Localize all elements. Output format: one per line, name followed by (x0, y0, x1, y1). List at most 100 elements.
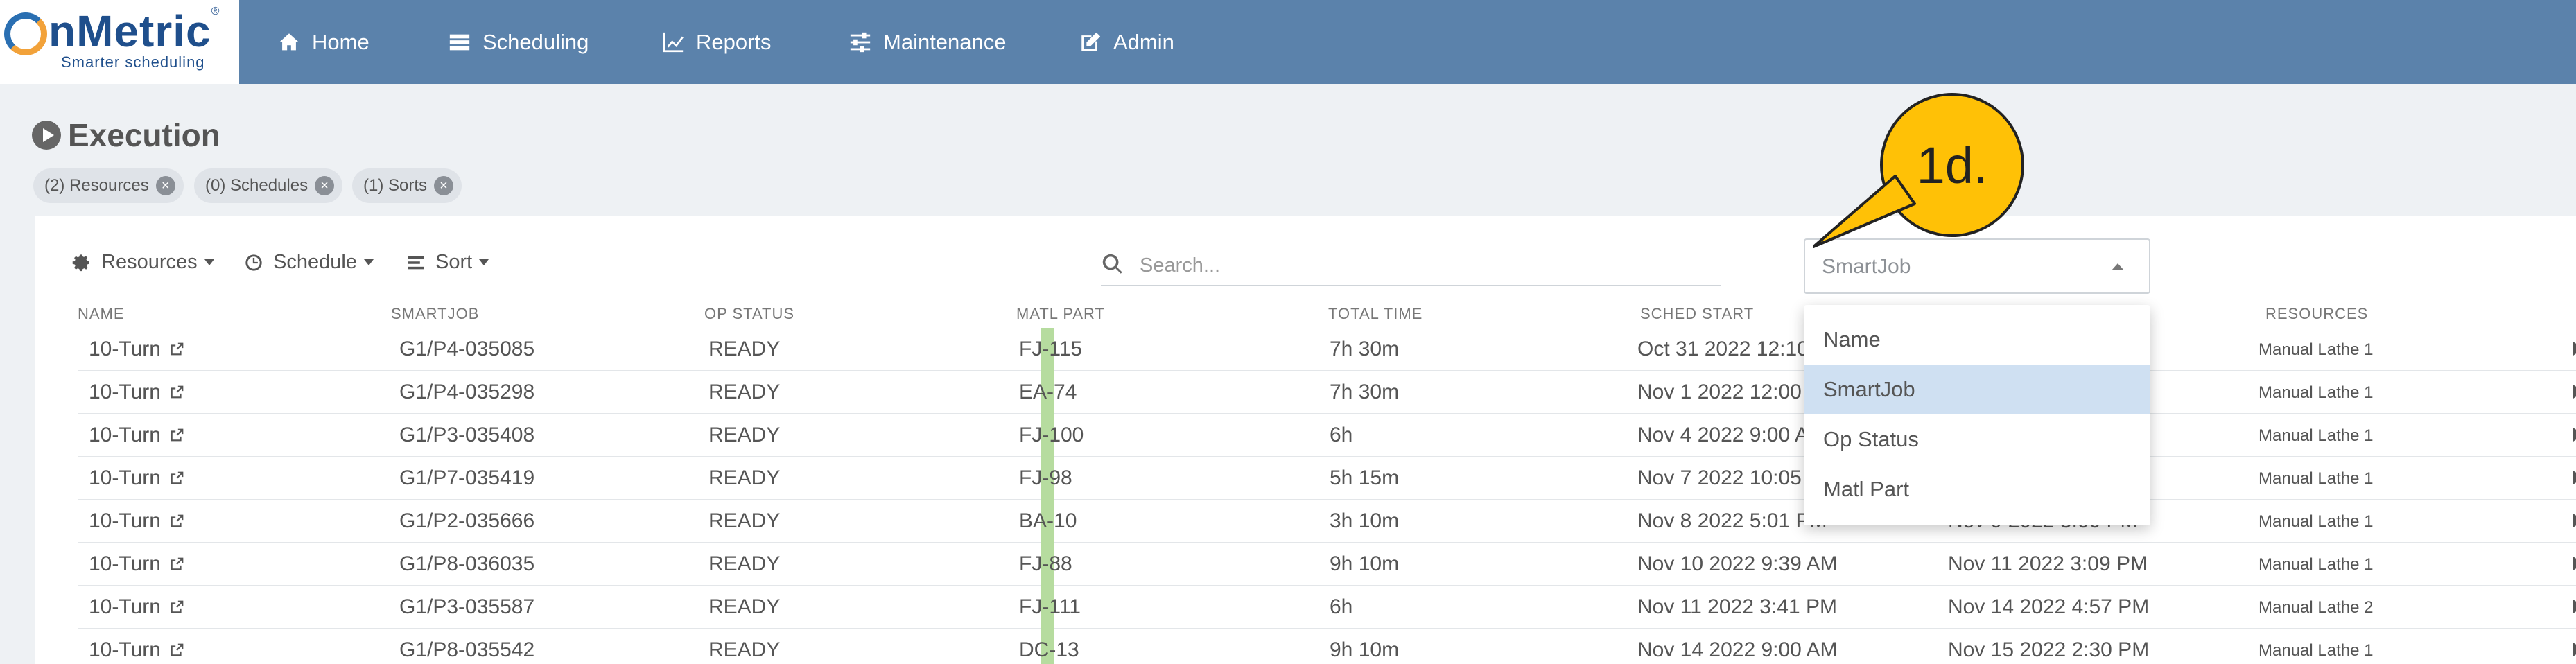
nav-scheduling[interactable]: Scheduling (448, 26, 589, 58)
column-header-total-time[interactable]: TOTAL TIME (1328, 305, 1422, 323)
matl-part-cell: DC-13 (1019, 638, 1079, 661)
menu-option-name[interactable]: Name (1804, 315, 2150, 365)
expand-arrow-icon[interactable] (2573, 342, 2576, 356)
name-text: 10-Turn (89, 552, 161, 575)
nmetric-logo[interactable]: nMetric® Smarter scheduling (0, 0, 239, 84)
menu-option-smartjob[interactable]: SmartJob (1804, 365, 2150, 414)
sliders-icon (850, 32, 871, 53)
play-circle-icon (32, 121, 61, 150)
nav-reports[interactable]: Reports (661, 26, 772, 58)
name-text: 10-Turn (89, 466, 161, 489)
sched-start-cell: Nov 8 2022 5:01 PM (1637, 509, 1827, 532)
total-time-cell: 9h 10m (1330, 552, 1400, 575)
top-navbar: nMetric® Smarter scheduling Home Schedul… (0, 0, 2576, 84)
line-chart-icon (663, 32, 684, 53)
table-row[interactable]: 10-Turn G1/P4-035298 READY EA-74 7h 30m … (78, 371, 2576, 414)
column-header-sched-start[interactable]: SCHED START (1640, 305, 1754, 323)
table-row[interactable]: 10-Turn G1/P7-035419 READY FJ-98 5h 15m … (78, 457, 2576, 500)
resources-cell: Manual Lathe 1 (2259, 469, 2374, 488)
op-status-cell: READY (708, 423, 781, 446)
menu-option-op-status[interactable]: Op Status (1804, 414, 2150, 464)
matl-part-cell: BA-10 (1019, 509, 1077, 532)
name-cell[interactable]: 10-Turn (89, 638, 184, 662)
external-link-icon[interactable] (169, 643, 184, 658)
search-icon (1102, 254, 1122, 274)
external-link-icon[interactable] (169, 471, 184, 486)
name-cell[interactable]: 10-Turn (89, 423, 184, 447)
expand-arrow-icon[interactable] (2573, 428, 2576, 442)
schedule-label: Schedule (273, 251, 357, 273)
caret-down-icon (204, 259, 214, 265)
smartjob-cell: G1/P8-035542 (399, 638, 535, 661)
expand-arrow-icon[interactable] (2573, 643, 2576, 656)
external-link-icon[interactable] (169, 557, 184, 572)
name-text: 10-Turn (89, 638, 161, 661)
gear-icon (72, 254, 89, 271)
external-link-icon[interactable] (169, 428, 184, 443)
matl-part-cell: FJ-111 (1019, 595, 1081, 618)
table-row[interactable]: 10-Turn G1/P8-036035 READY FJ-88 9h 10m … (78, 543, 2576, 586)
filter-chip-resources[interactable]: (2) Resources × (33, 168, 184, 203)
column-header-smartjob[interactable]: SMARTJOB (391, 305, 479, 323)
name-cell[interactable]: 10-Turn (89, 466, 184, 490)
name-cell[interactable]: 10-Turn (89, 338, 184, 361)
search-field-menu: Name SmartJob Op Status Matl Part (1804, 305, 2150, 525)
matl-part-cell: FJ-98 (1019, 466, 1072, 489)
nav-reports-label: Reports (696, 30, 772, 54)
column-header-name[interactable]: NAME (78, 305, 125, 323)
external-link-icon[interactable] (169, 385, 184, 400)
sort-dropdown-button[interactable]: Sort (406, 251, 489, 274)
close-icon[interactable]: × (155, 176, 175, 195)
sched-start-cell: Nov 4 2022 9:00 A (1637, 423, 1809, 446)
external-link-icon[interactable] (169, 342, 184, 357)
menu-option-matl-part[interactable]: Matl Part (1804, 464, 2150, 514)
smartjob-cell: G1/P8-036035 (399, 552, 535, 575)
matl-part-cell: FJ-88 (1019, 552, 1072, 575)
filter-chip-sorts[interactable]: (1) Sorts × (352, 168, 462, 203)
table-row[interactable]: 10-Turn G1/P3-035587 READY FJ-111 6h Nov… (78, 586, 2576, 629)
nav-scheduling-label: Scheduling (482, 30, 589, 54)
op-status-cell: READY (708, 638, 781, 661)
expand-arrow-icon[interactable] (2573, 557, 2576, 570)
close-icon[interactable]: × (434, 176, 454, 195)
expand-arrow-icon[interactable] (2573, 514, 2576, 527)
column-header-resources[interactable]: RESOURCES (2265, 305, 2368, 323)
sched-start-cell: Nov 14 2022 9:00 AM (1637, 638, 1838, 661)
name-cell[interactable]: 10-Turn (89, 509, 184, 533)
total-time-cell: 3h 10m (1330, 509, 1400, 532)
resources-cell: Manual Lathe 1 (2259, 340, 2374, 359)
expand-arrow-icon[interactable] (2573, 471, 2576, 484)
name-text: 10-Turn (89, 423, 161, 446)
close-icon[interactable]: × (315, 176, 335, 195)
name-cell[interactable]: 10-Turn (89, 552, 184, 576)
column-header-matl-part[interactable]: MATL PART (1016, 305, 1105, 323)
resources-dropdown-button[interactable]: Resources (72, 251, 214, 274)
op-status-cell: READY (708, 338, 781, 360)
external-link-icon[interactable] (169, 514, 184, 529)
sched-start-cell: Nov 11 2022 3:41 PM (1637, 595, 1837, 618)
home-icon (279, 33, 299, 51)
sched-start-cell: Nov 10 2022 9:39 AM (1637, 552, 1838, 575)
column-header-op-status[interactable]: OP STATUS (704, 305, 794, 323)
nav-maintenance[interactable]: Maintenance (848, 26, 1007, 58)
total-time-cell: 9h 10m (1330, 638, 1400, 661)
op-status-cell: READY (708, 595, 781, 618)
sched-start-cell: Nov 1 2022 12:00 (1637, 381, 1802, 403)
search-input[interactable] (1140, 250, 1708, 281)
name-cell[interactable]: 10-Turn (89, 595, 184, 619)
table-row[interactable]: 10-Turn G1/P3-035408 READY FJ-100 6h Nov… (78, 414, 2576, 457)
table-row[interactable]: 10-Turn G1/P8-035542 READY DC-13 9h 10m … (78, 629, 2576, 664)
filter-chip-schedules[interactable]: (0) Schedules × (194, 168, 343, 203)
expand-arrow-icon[interactable] (2573, 385, 2576, 399)
page-title-text: Execution (68, 117, 220, 153)
nav-home[interactable]: Home (277, 26, 369, 58)
table-row[interactable]: 10-Turn G1/P4-035085 READY FJ-115 7h 30m… (78, 328, 2576, 371)
name-text: 10-Turn (89, 595, 161, 618)
total-time-cell: 7h 30m (1330, 338, 1400, 360)
name-cell[interactable]: 10-Turn (89, 381, 184, 404)
external-link-icon[interactable] (169, 600, 184, 615)
table-row[interactable]: 10-Turn G1/P2-035666 READY BA-10 3h 10m … (78, 500, 2576, 543)
nav-admin[interactable]: Admin (1079, 26, 1174, 58)
expand-arrow-icon[interactable] (2573, 600, 2576, 613)
schedule-dropdown-button[interactable]: Schedule (244, 251, 374, 274)
